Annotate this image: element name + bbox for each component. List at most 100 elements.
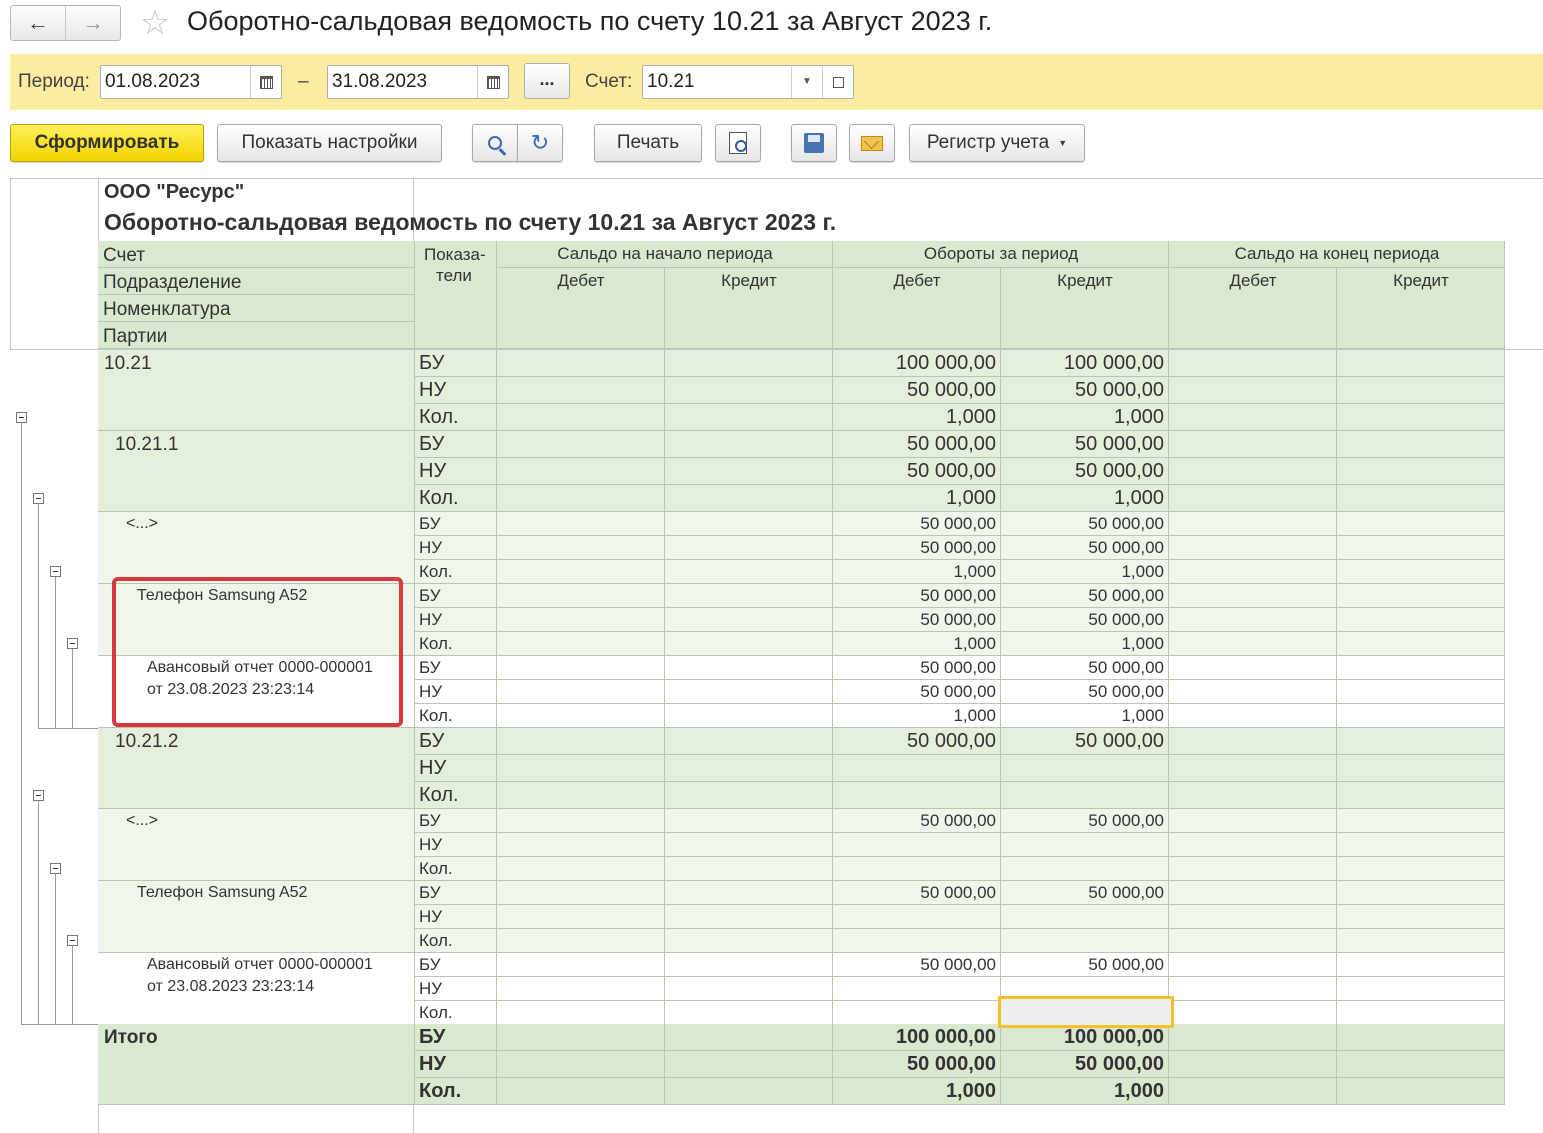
value-cell[interactable]: [665, 905, 833, 929]
value-cell[interactable]: [1337, 809, 1505, 833]
value-cell[interactable]: [1169, 560, 1337, 584]
value-cell[interactable]: [665, 431, 833, 458]
value-cell[interactable]: [665, 881, 833, 905]
value-cell[interactable]: [1169, 377, 1337, 404]
value-cell[interactable]: [497, 350, 665, 377]
value-cell[interactable]: [665, 404, 833, 431]
value-cell[interactable]: [1169, 857, 1337, 881]
value-cell[interactable]: 50 000,00: [833, 809, 1001, 833]
value-cell[interactable]: [497, 1078, 665, 1105]
value-cell[interactable]: [1169, 584, 1337, 608]
value-cell[interactable]: [1337, 377, 1505, 404]
value-cell[interactable]: [833, 833, 1001, 857]
collapse-icon[interactable]: [50, 863, 61, 874]
value-cell[interactable]: [665, 833, 833, 857]
value-cell[interactable]: 1,000: [833, 485, 1001, 512]
dropdown-button[interactable]: ▼: [791, 66, 822, 98]
value-cell[interactable]: [665, 656, 833, 680]
value-cell[interactable]: 100 000,00: [1001, 350, 1169, 377]
date-to-field[interactable]: 31.08.2023: [327, 65, 509, 99]
value-cell[interactable]: [1337, 755, 1505, 782]
open-button[interactable]: [822, 66, 853, 98]
value-cell[interactable]: [497, 977, 665, 1001]
value-cell[interactable]: 50 000,00: [1001, 953, 1169, 977]
value-cell[interactable]: [833, 755, 1001, 782]
value-cell[interactable]: [1337, 1078, 1505, 1105]
value-cell[interactable]: 100 000,00: [833, 1024, 1001, 1051]
value-cell[interactable]: [665, 1024, 833, 1051]
value-cell[interactable]: [1337, 881, 1505, 905]
value-cell[interactable]: [1337, 977, 1505, 1001]
value-cell[interactable]: [1337, 782, 1505, 809]
value-cell[interactable]: 50 000,00: [1001, 608, 1169, 632]
value-cell[interactable]: 1,000: [833, 1078, 1001, 1105]
preview-button[interactable]: [715, 124, 761, 162]
value-cell[interactable]: [1169, 656, 1337, 680]
value-cell[interactable]: 1,000: [1001, 704, 1169, 728]
value-cell[interactable]: [1169, 809, 1337, 833]
value-cell[interactable]: [497, 782, 665, 809]
value-cell[interactable]: 50 000,00: [833, 656, 1001, 680]
value-cell[interactable]: [833, 977, 1001, 1001]
value-cell[interactable]: [665, 350, 833, 377]
value-cell[interactable]: [1337, 656, 1505, 680]
star-icon[interactable]: ☆: [137, 5, 173, 41]
value-cell[interactable]: 50 000,00: [1001, 377, 1169, 404]
value-cell[interactable]: [1001, 755, 1169, 782]
value-cell[interactable]: [497, 857, 665, 881]
value-cell[interactable]: [1001, 782, 1169, 809]
value-cell[interactable]: [1169, 431, 1337, 458]
value-cell[interactable]: [1337, 704, 1505, 728]
generate-button[interactable]: Сформировать: [10, 124, 204, 162]
value-cell[interactable]: [1337, 431, 1505, 458]
account-field[interactable]: 10.21 ▼: [642, 65, 854, 99]
value-cell[interactable]: [665, 755, 833, 782]
value-cell[interactable]: [1001, 905, 1169, 929]
date-from-field[interactable]: 01.08.2023: [100, 65, 282, 99]
value-cell[interactable]: 50 000,00: [833, 728, 1001, 755]
value-cell[interactable]: [1337, 680, 1505, 704]
forward-button[interactable]: →: [65, 6, 120, 40]
value-cell[interactable]: [497, 536, 665, 560]
value-cell[interactable]: 50 000,00: [833, 458, 1001, 485]
value-cell[interactable]: [1337, 833, 1505, 857]
value-cell[interactable]: 1,000: [833, 704, 1001, 728]
value-cell[interactable]: [1337, 536, 1505, 560]
value-cell[interactable]: [1337, 404, 1505, 431]
value-cell[interactable]: [1169, 1051, 1337, 1078]
value-cell[interactable]: [497, 458, 665, 485]
value-cell[interactable]: [665, 458, 833, 485]
value-cell[interactable]: [497, 680, 665, 704]
value-cell[interactable]: [665, 632, 833, 656]
value-cell[interactable]: 1,000: [1001, 560, 1169, 584]
value-cell[interactable]: [1169, 905, 1337, 929]
value-cell[interactable]: [497, 1001, 665, 1025]
register-menu-button[interactable]: Регистр учета ▼: [909, 124, 1085, 162]
value-cell[interactable]: 1,000: [833, 560, 1001, 584]
value-cell[interactable]: 50 000,00: [833, 953, 1001, 977]
value-cell[interactable]: [497, 755, 665, 782]
value-cell[interactable]: [1169, 458, 1337, 485]
value-cell[interactable]: [1169, 632, 1337, 656]
value-cell[interactable]: [1169, 1001, 1337, 1025]
value-cell[interactable]: [1337, 1024, 1505, 1051]
value-cell[interactable]: 50 000,00: [1001, 584, 1169, 608]
value-cell[interactable]: 50 000,00: [833, 1051, 1001, 1078]
value-cell[interactable]: [665, 560, 833, 584]
value-cell[interactable]: [833, 857, 1001, 881]
value-cell[interactable]: [497, 431, 665, 458]
value-cell[interactable]: [665, 680, 833, 704]
value-cell[interactable]: 1,000: [833, 632, 1001, 656]
value-cell[interactable]: [833, 905, 1001, 929]
value-cell[interactable]: [1169, 953, 1337, 977]
value-cell[interactable]: [1169, 833, 1337, 857]
value-cell[interactable]: 1,000: [1001, 632, 1169, 656]
value-cell[interactable]: [665, 809, 833, 833]
value-cell[interactable]: [665, 1078, 833, 1105]
collapse-icon[interactable]: [33, 790, 44, 801]
save-button[interactable]: [791, 124, 837, 162]
value-cell[interactable]: 50 000,00: [833, 431, 1001, 458]
value-cell[interactable]: [497, 560, 665, 584]
search-button[interactable]: [472, 124, 518, 162]
value-cell[interactable]: [497, 377, 665, 404]
